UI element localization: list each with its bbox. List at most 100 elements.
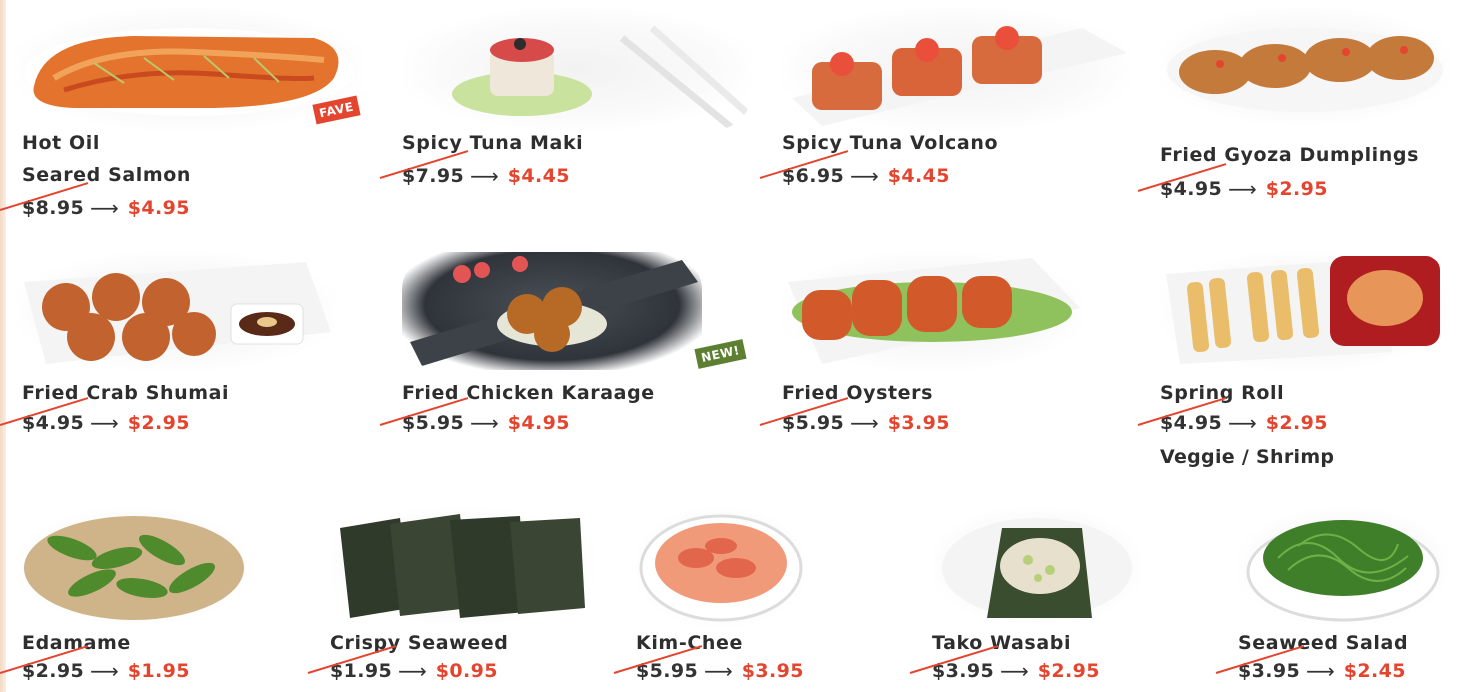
- tuna-maki-photo-art: [452, 25, 750, 130]
- arrow-right-icon: ⟶: [704, 659, 733, 683]
- menu-item-edamame[interactable]: Edamame $2.95 ⟶ $1.95: [22, 508, 312, 688]
- sale-price: $3.95: [887, 412, 950, 434]
- item-name: Spicy Tuna Maki: [402, 132, 584, 154]
- shumai-photo: [16, 252, 336, 370]
- item-price: $6.95 ⟶ $4.45: [782, 163, 950, 189]
- edamame-photo: [22, 508, 247, 624]
- item-price: $4.95 ⟶ $2.95: [22, 410, 190, 436]
- gyoza-photo: [1160, 8, 1450, 124]
- item-name: Spring Roll: [1160, 382, 1285, 404]
- new-badge: NEW!: [694, 339, 747, 369]
- item-name-line-2: Seared Salmon: [22, 164, 192, 186]
- menu-item-crispy-seaweed[interactable]: Crispy Seaweed $1.95 ⟶ $0.95: [330, 508, 620, 688]
- kimchee-photo-art: [639, 514, 803, 622]
- item-name: Crispy Seaweed: [330, 632, 509, 654]
- original-price: $3.95: [932, 660, 995, 682]
- sale-price: $4.95: [507, 412, 570, 434]
- gyoza-photo-art: [1167, 28, 1443, 112]
- original-price: $4.95: [1160, 412, 1223, 434]
- item-price: $3.95 ⟶ $2.95: [932, 658, 1100, 684]
- item-name: Fried Oysters: [782, 382, 934, 404]
- arrow-right-icon: ⟶: [90, 411, 119, 435]
- menu-item-spicy-tuna-maki[interactable]: Spicy Tuna Maki $7.95 ⟶ $4.45: [402, 8, 762, 208]
- sale-price: $2.95: [1037, 660, 1100, 682]
- menu-item-kim-chee[interactable]: Kim-Chee $5.95 ⟶ $3.95: [636, 508, 916, 688]
- arrow-right-icon: ⟶: [850, 164, 879, 188]
- original-price: $5.95: [402, 412, 465, 434]
- item-price: $1.95 ⟶ $0.95: [330, 658, 498, 684]
- arrow-right-icon: ⟶: [470, 411, 499, 435]
- item-name-line-1: Hot Oil: [22, 132, 101, 154]
- menu-item-fried-oysters[interactable]: Fried Oysters $5.95 ⟶ $3.95: [782, 252, 1142, 442]
- crispy-seaweed-photo-art: [340, 514, 585, 618]
- original-price: $3.95: [1238, 660, 1301, 682]
- menu-item-seaweed-salad[interactable]: Seaweed Salad $3.95 ⟶ $2.45: [1238, 508, 1460, 688]
- sale-price: $4.45: [507, 165, 570, 187]
- sale-price: $3.95: [741, 660, 804, 682]
- item-price: $7.95 ⟶ $4.45: [402, 163, 570, 189]
- item-price: $5.95 ⟶ $3.95: [636, 658, 804, 684]
- original-price: $5.95: [636, 660, 699, 682]
- original-price: $6.95: [782, 165, 845, 187]
- sale-price: $4.95: [127, 197, 190, 219]
- item-name: Seaweed Salad: [1238, 632, 1409, 654]
- sale-price: $2.45: [1343, 660, 1406, 682]
- item-price: $5.95 ⟶ $4.95: [402, 410, 570, 436]
- item-name: Spicy Tuna Volcano: [782, 132, 999, 154]
- menu-item-fried-crab-shumai[interactable]: Fried Crab Shumai $4.95 ⟶ $2.95: [16, 252, 382, 442]
- seaweed-salad-photo: [1238, 508, 1448, 624]
- spring-roll-photo: [1160, 252, 1450, 370]
- original-price: $7.95: [402, 165, 465, 187]
- karaage-photo-art: [410, 256, 698, 366]
- tuna-maki-photo: [402, 8, 752, 130]
- arrow-right-icon: ⟶: [1306, 659, 1335, 683]
- item-name: Fried Crab Shumai: [22, 382, 230, 404]
- arrow-right-icon: ⟶: [90, 659, 119, 683]
- seaweed-salad-photo-art: [1246, 520, 1440, 622]
- menu-item-hot-oil-seared-salmon[interactable]: FAVE Hot Oil Seared Salmon $8.95 ⟶ $4.95: [14, 8, 382, 228]
- menu-item-fried-chicken-karaage[interactable]: NEW! Fried Chicken Karaage $5.95 ⟶ $4.95: [402, 252, 762, 442]
- page-left-edge: [0, 0, 6, 692]
- original-price: $8.95: [22, 197, 85, 219]
- arrow-right-icon: ⟶: [398, 659, 427, 683]
- item-price: $2.95 ⟶ $1.95: [22, 658, 190, 684]
- tako-wasabi-photo-art: [942, 518, 1132, 618]
- item-name: Kim-Chee: [636, 632, 743, 654]
- arrow-right-icon: ⟶: [470, 164, 499, 188]
- arrow-right-icon: ⟶: [1228, 177, 1257, 201]
- original-price: $4.95: [22, 412, 85, 434]
- sale-price: $2.95: [1265, 178, 1328, 200]
- item-variant-note: Veggie / Shrimp: [1160, 446, 1335, 468]
- spring-roll-photo-art: [1166, 256, 1440, 364]
- menu-item-tako-wasabi[interactable]: Tako Wasabi $3.95 ⟶ $2.95: [932, 508, 1212, 688]
- arrow-right-icon: ⟶: [1228, 411, 1257, 435]
- item-price: $5.95 ⟶ $3.95: [782, 410, 950, 436]
- sale-price: $2.95: [1265, 412, 1328, 434]
- item-name: Fried Gyoza Dumplings: [1160, 144, 1420, 166]
- sale-price: $4.45: [887, 165, 950, 187]
- original-price: $4.95: [1160, 178, 1223, 200]
- menu-item-spicy-tuna-volcano[interactable]: Spicy Tuna Volcano $6.95 ⟶ $4.45: [782, 8, 1142, 208]
- arrow-right-icon: ⟶: [850, 411, 879, 435]
- original-price: $2.95: [22, 660, 85, 682]
- item-price: $4.95 ⟶ $2.95: [1160, 410, 1328, 436]
- menu-item-fried-gyoza-dumplings[interactable]: Fried Gyoza Dumplings $4.95 ⟶ $2.95: [1160, 8, 1460, 208]
- original-price: $1.95: [330, 660, 393, 682]
- seared-salmon-photo: [14, 8, 364, 130]
- arrow-right-icon: ⟶: [1000, 659, 1029, 683]
- item-name: Edamame: [22, 632, 131, 654]
- edamame-photo-art: [24, 516, 244, 620]
- oysters-photo: [782, 252, 1082, 370]
- menu-item-spring-roll[interactable]: Spring Roll $4.95 ⟶ $2.95 Veggie / Shrim…: [1160, 252, 1460, 472]
- tako-wasabi-photo: [932, 508, 1142, 624]
- original-price: $5.95: [782, 412, 845, 434]
- tuna-volcano-photo: [782, 8, 1132, 130]
- seared-salmon-photo-art: [24, 28, 354, 116]
- kimchee-photo: [636, 508, 806, 626]
- shumai-photo-art: [24, 262, 331, 364]
- item-price: $3.95 ⟶ $2.45: [1238, 658, 1406, 684]
- crispy-seaweed-photo: [330, 508, 595, 624]
- sale-price: $2.95: [127, 412, 190, 434]
- arrow-right-icon: ⟶: [90, 196, 119, 220]
- item-name: Tako Wasabi: [932, 632, 1072, 654]
